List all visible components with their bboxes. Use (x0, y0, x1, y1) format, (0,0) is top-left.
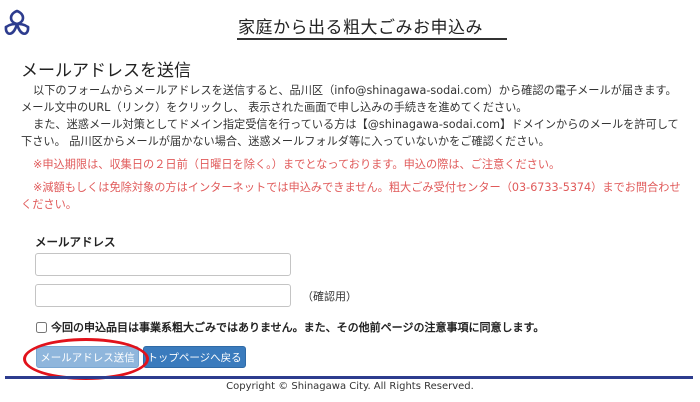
send-email-button[interactable]: メールアドレス送信 (36, 346, 139, 368)
site-header: 家庭から出る粗大ごみお申込み (0, 0, 700, 46)
email-input[interactable] (35, 253, 291, 276)
intro-paragraph-1-line-1: 以下のフォームからメールアドレスを送信すると、品川区（info@shinagaw… (33, 84, 677, 97)
email-label: メールアドレス (35, 235, 116, 249)
intro-paragraph-2-line-2: 下さい。 品川区からメールが届かない場合、迷惑メールフォルダ等に入っていないかを… (21, 135, 550, 148)
deadline-notice: ※申込期限は、収集日の２日前（日曜日を除く。）までとなっております。申込の際は、… (33, 158, 561, 171)
page-title: 家庭から出る粗大ごみお申込み (238, 18, 483, 38)
agree-checkbox[interactable] (36, 321, 47, 333)
exemption-notice-line-1: ※減額もしくは免除対象の方はインターネットでは申込みできません。粗大ごみ受付セン… (33, 181, 681, 194)
agree-checkbox-row[interactable]: 今回の申込品目は事業系粗大ごみではありません。また、その他前ページの注意事項に同… (36, 319, 544, 335)
back-to-top-button[interactable]: トップページへ戻る (143, 346, 246, 368)
title-underline (237, 38, 507, 40)
intro-paragraph-1-line-2: メール文中のURL（リンク）をクリックし、 表示された画面で申し込みの手続きを進… (21, 101, 528, 114)
footer-copyright: Copyright © Shinagawa City. All Rights R… (226, 381, 474, 392)
email-confirm-label: （確認用） (302, 290, 357, 303)
shinagawa-emblem-icon (4, 9, 30, 35)
agree-label: 今回の申込品目は事業系粗大ごみではありません。また、その他前ページの注意事項に同… (51, 321, 545, 334)
exemption-notice-line-2: ください。 (21, 198, 77, 211)
intro-paragraph-2-line-1: また、迷惑メール対策としてドメイン指定受信を行っている方は【@shinagawa… (33, 118, 679, 131)
email-confirm-input[interactable] (35, 284, 291, 307)
section-title: メールアドレスを送信 (21, 61, 191, 81)
footer-rule (5, 376, 693, 379)
